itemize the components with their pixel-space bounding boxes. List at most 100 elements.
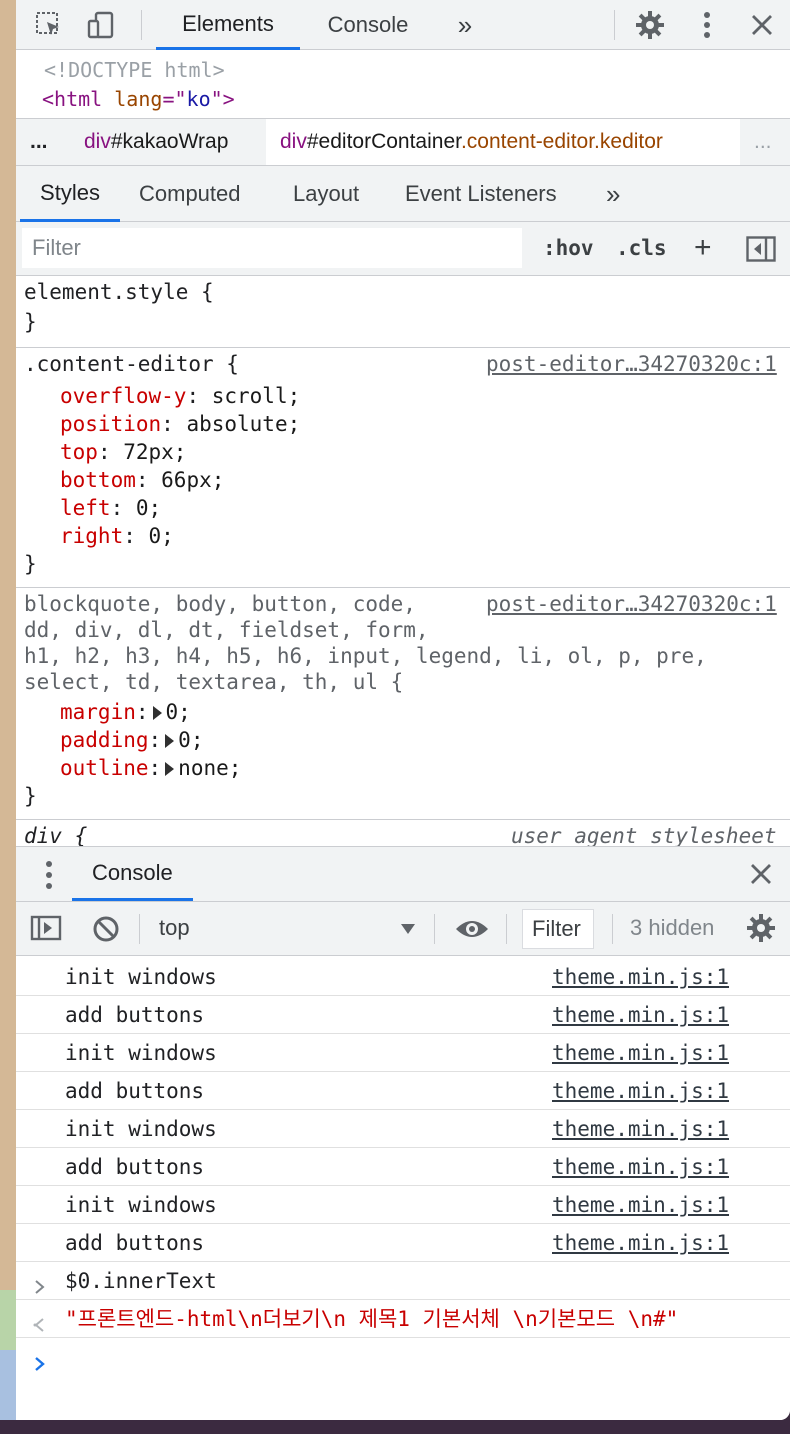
breadcrumb-scroll-right[interactable]: ... [740, 119, 790, 165]
console-message: add buttons theme.min.js:1 [16, 996, 790, 1034]
console-message-text: add buttons [65, 1079, 205, 1103]
class-toggle[interactable]: .cls [616, 222, 667, 274]
styles-filter-bar: Filter :hov .cls + [16, 222, 790, 276]
console-source-link[interactable]: theme.min.js:1 [552, 1224, 729, 1262]
main-toolbar: Elements Console » [16, 0, 790, 50]
rule-selector[interactable]: element.style { [24, 278, 214, 306]
css-declaration[interactable]: outline: none; [60, 754, 241, 782]
css-declaration[interactable]: position: absolute; [60, 410, 300, 438]
rule-selector-line[interactable]: h1, h2, h3, h4, h5, h6, input, legend, l… [24, 642, 707, 670]
close-icon[interactable] [745, 8, 779, 42]
css-property-value: absolute; [186, 412, 301, 436]
rule-selector-line[interactable]: blockquote, body, button, code, [24, 590, 416, 618]
css-declaration[interactable]: right: 0; [60, 522, 174, 550]
expand-triangle-icon[interactable] [165, 734, 175, 748]
breadcrumb: ... div#kakaoWrap div#editorContainer.co… [16, 118, 790, 166]
expand-triangle-icon[interactable] [165, 762, 175, 776]
doctype-node[interactable]: <!DOCTYPE html> [44, 56, 225, 84]
tab-styles[interactable]: Styles [20, 166, 120, 222]
context-selector[interactable]: top [159, 902, 190, 954]
console-source-link[interactable]: theme.min.js:1 [552, 1148, 729, 1186]
css-declaration[interactable]: top: 72px; [60, 438, 186, 466]
drawer-tab-console[interactable]: Console [72, 847, 193, 901]
chevron-down-icon[interactable] [401, 924, 415, 934]
console-message-text: init windows [65, 1193, 217, 1217]
rule-content-editor: .content-editor { post-editor…34270320c:… [16, 348, 790, 588]
toolbar-divider [141, 10, 142, 40]
console-source-link[interactable]: theme.min.js:1 [552, 1186, 729, 1224]
console-message: add buttons theme.min.js:1 [16, 1072, 790, 1110]
dom-tree: <!DOCTYPE html> <html lang="ko"> [16, 50, 790, 118]
html-node[interactable]: <html lang="ko"> [42, 85, 235, 113]
tab-console[interactable]: Console [316, 0, 420, 50]
gear-icon[interactable] [633, 8, 667, 42]
console-source-link[interactable]: theme.min.js:1 [552, 1034, 729, 1072]
rule-selector-line[interactable]: dd, div, dl, dt, fieldset, form, [24, 616, 429, 644]
breadcrumb-item-editorcontainer[interactable]: div#editorContainer.content-editor.kedit… [266, 119, 740, 165]
sidebar-tabs: Styles Computed Layout Event Listeners » [16, 166, 790, 222]
toggle-sidebar-icon[interactable] [746, 236, 776, 262]
close-drawer-icon[interactable] [750, 863, 774, 887]
rule-selector-line[interactable]: select, td, textarea, th, ul { [24, 668, 403, 696]
breadcrumb-scroll-left[interactable]: ... [16, 119, 70, 165]
hover-state-toggle[interactable]: :hov [543, 222, 594, 274]
rule-source-link[interactable]: post-editor…34270320c:1 [486, 590, 777, 618]
console-message: init windows theme.min.js:1 [16, 958, 790, 996]
console-prompt[interactable] [16, 1338, 790, 1388]
css-property-name: margin [60, 700, 136, 724]
css-property-value: 0; [135, 496, 162, 520]
console-source-link[interactable]: theme.min.js:1 [552, 1110, 729, 1148]
breadcrumb-item-kakaowrap[interactable]: div#kakaoWrap [70, 119, 242, 165]
rule-close-brace: } [24, 552, 37, 576]
styles-filter-input[interactable]: Filter [22, 228, 522, 268]
clear-console-icon[interactable] [92, 915, 120, 943]
console-source-link[interactable]: theme.min.js:1 [552, 958, 729, 996]
more-subtabs-icon[interactable]: » [606, 166, 620, 222]
device-toolbar-icon[interactable] [84, 8, 118, 42]
tab-event-listeners[interactable]: Event Listeners [405, 166, 557, 222]
css-property-value: scroll; [211, 384, 301, 408]
expand-triangle-icon[interactable] [152, 706, 162, 720]
css-property-name: outline [60, 756, 149, 780]
console-message-text: init windows [65, 965, 217, 989]
console-filter-input[interactable]: Filter [522, 909, 594, 949]
show-sidebar-icon[interactable] [30, 914, 64, 944]
console-settings-gear-icon[interactable] [746, 913, 778, 945]
rule-selector[interactable]: .content-editor { [24, 350, 239, 378]
css-declaration[interactable]: left: 0; [60, 494, 161, 522]
tab-elements[interactable]: Elements [156, 0, 300, 50]
console-messages: init windows theme.min.js:1 add buttons th… [16, 956, 790, 1420]
console-message: init windows theme.min.js:1 [16, 1034, 790, 1072]
eye-icon[interactable] [454, 916, 490, 942]
tab-computed[interactable]: Computed [139, 166, 241, 222]
console-source-link[interactable]: theme.min.js:1 [552, 1072, 729, 1110]
css-property-value: none; [178, 756, 242, 780]
inspect-icon[interactable] [32, 8, 66, 42]
rule-reset: blockquote, body, button, code, post-edi… [16, 588, 790, 820]
console-message: add buttons theme.min.js:1 [16, 1148, 790, 1186]
console-toolbar: top Filter 3 hidden [16, 902, 790, 956]
new-rule-icon[interactable]: + [694, 222, 712, 274]
tab-layout[interactable]: Layout [293, 166, 359, 222]
css-declaration[interactable]: padding: 0; [60, 726, 203, 754]
console-result: "프론트엔드-html\n더보기\n 제목1 기본서체 \n기본모드 \n#" [16, 1300, 790, 1338]
css-declaration[interactable]: overflow-y: scroll; [60, 382, 300, 410]
breadcrumb-id: #kakaoWrap [110, 130, 229, 153]
css-property-name: position [60, 412, 162, 436]
background-strip-blue [0, 1350, 16, 1420]
css-declaration[interactable]: margin: 0; [60, 698, 191, 726]
console-source-link[interactable]: theme.min.js:1 [552, 996, 729, 1034]
hidden-count-label: 3 hidden [630, 915, 715, 940]
kebab-menu-icon[interactable] [690, 8, 724, 42]
rule-source-link[interactable]: post-editor…34270320c:1 [486, 350, 777, 378]
css-property-value: 66px; [161, 468, 225, 492]
drawer-menu-icon[interactable] [44, 859, 54, 891]
rule-close-brace: } [24, 310, 37, 334]
console-message-text: init windows [65, 1117, 217, 1141]
css-declaration[interactable]: bottom: 66px; [60, 466, 224, 494]
chevron-right-icon [34, 1275, 46, 1294]
more-tabs-icon[interactable]: » [450, 0, 480, 50]
console-message-text: add buttons [65, 1155, 205, 1179]
css-property-name: padding [60, 728, 149, 752]
rule-selector[interactable]: div { [24, 822, 87, 846]
